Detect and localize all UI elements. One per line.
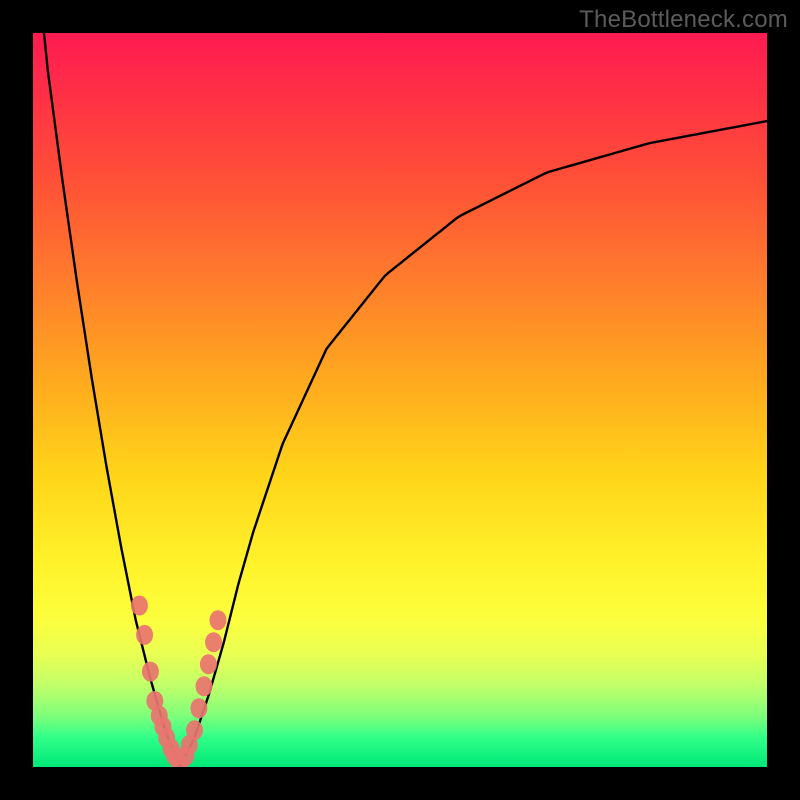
- curve-layer: [33, 33, 767, 767]
- marker-dot: [190, 698, 207, 718]
- chart-frame: TheBottleneck.com: [0, 0, 800, 800]
- marker-dot: [142, 662, 159, 682]
- marker-dot: [196, 676, 213, 696]
- watermark-text: TheBottleneck.com: [579, 6, 788, 34]
- bottleneck-curve: [33, 33, 767, 767]
- marker-dot: [136, 625, 153, 645]
- marker-dot: [186, 720, 203, 740]
- marker-dot: [209, 610, 226, 630]
- marker-dot: [205, 632, 222, 652]
- marker-dot: [200, 654, 217, 674]
- plot-area: [33, 33, 767, 767]
- marker-dot: [131, 596, 148, 616]
